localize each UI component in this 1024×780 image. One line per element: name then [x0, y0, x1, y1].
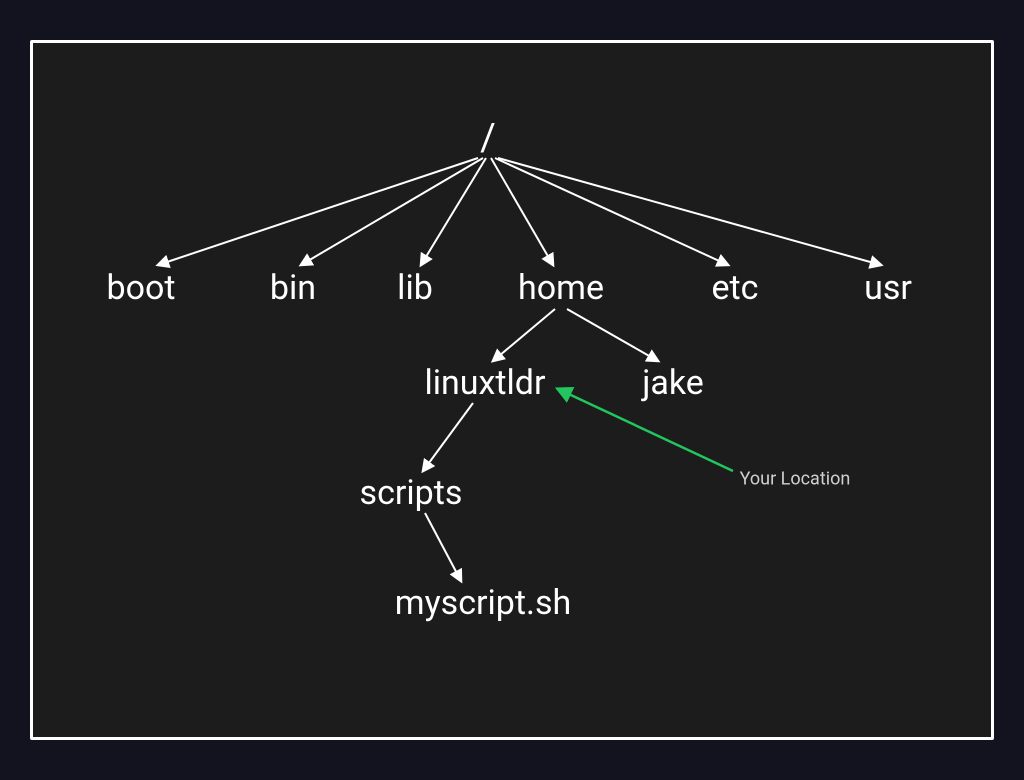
arrow-root-bin [301, 158, 483, 265]
node-scripts: scripts [360, 473, 463, 513]
diagram-frame: / boot bin lib home etc usr linuxtldr ja… [30, 40, 994, 740]
node-myscript: myscript.sh [395, 583, 572, 623]
node-lib: lib [397, 268, 433, 308]
node-linuxtldr: linuxtldr [424, 363, 545, 403]
arrow-home-linuxtldr [493, 309, 555, 361]
arrow-root-usr [498, 158, 881, 265]
arrow-home-jake [567, 309, 658, 361]
node-usr: usr [864, 268, 912, 308]
node-root: / [480, 116, 496, 160]
arrow-linuxtldr-scripts [423, 403, 473, 471]
node-boot: boot [107, 268, 176, 308]
arrow-scripts-myscript [425, 513, 461, 581]
node-bin: bin [270, 268, 316, 308]
node-home: home [518, 268, 604, 308]
node-jake: jake [642, 363, 704, 403]
arrow-root-home [491, 158, 553, 265]
node-etc: etc [712, 268, 759, 308]
label-your-location: Your Location [740, 469, 851, 490]
